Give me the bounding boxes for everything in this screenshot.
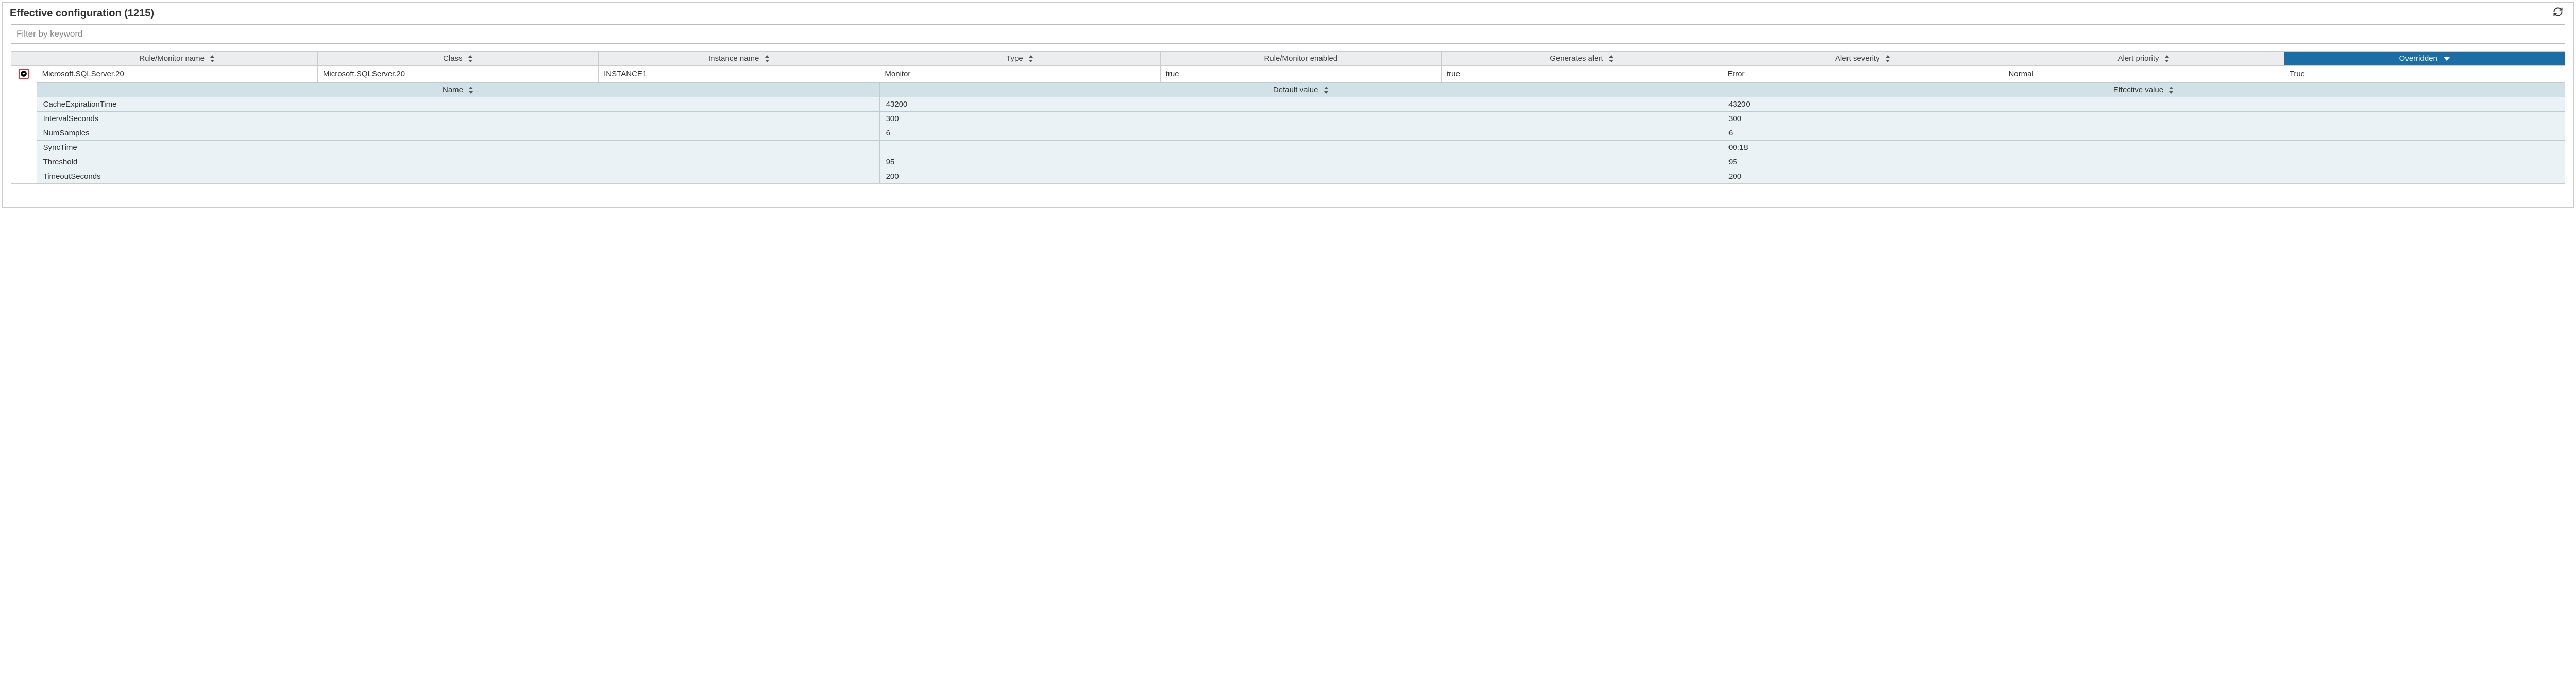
detail-table-row[interactable]: IntervalSeconds 300 300 [37, 112, 2565, 126]
panel-header: Effective configuration (1215) [3, 3, 2573, 24]
detail-cell-effective: 200 [1722, 169, 2565, 184]
cell-rule-monitor-name: Microsoft.SQLServer.20 [37, 66, 317, 82]
row-expander[interactable] [19, 69, 29, 79]
col-alert-severity[interactable]: Alert severity [1722, 52, 2003, 66]
col-generates-alert[interactable]: Generates alert [1441, 52, 1722, 66]
sort-icon [468, 55, 473, 62]
detail-cell-default: 300 [879, 112, 1722, 126]
cell-overridden: True [2284, 66, 2565, 82]
col-label: Rule/Monitor enabled [1264, 54, 1338, 63]
detail-cell-name: Threshold [37, 155, 879, 169]
detail-table-row[interactable]: SyncTime 00:18 [37, 141, 2565, 155]
scroll-area[interactable]: Rule/Monitor name Class Instance name [11, 24, 2565, 202]
col-class[interactable]: Class [317, 52, 598, 66]
main-table: Rule/Monitor name Class Instance name [11, 51, 2565, 184]
expand-cell[interactable] [11, 66, 37, 82]
detail-col-effective-value[interactable]: Effective value [1722, 83, 2565, 97]
sort-icon [2164, 55, 2170, 62]
detail-col-name[interactable]: Name [37, 83, 879, 97]
col-expand-header [11, 52, 37, 66]
detail-table-row[interactable]: CacheExpirationTime 43200 43200 [37, 97, 2565, 112]
col-label: Overridden [2399, 54, 2437, 63]
col-type[interactable]: Type [879, 52, 1160, 66]
col-label: Effective value [2113, 86, 2163, 94]
detail-cell-effective: 6 [1722, 126, 2565, 141]
col-label: Instance name [708, 54, 759, 63]
sort-icon [1885, 55, 1890, 62]
detail-table-row[interactable]: Threshold 95 95 [37, 155, 2565, 169]
detail-table-row[interactable]: NumSamples 6 6 [37, 126, 2565, 141]
cell-instance-name: INSTANCE1 [599, 66, 879, 82]
detail-cell-effective: 00:18 [1722, 141, 2565, 155]
detail-header-row: Name Default value [37, 83, 2565, 97]
sort-icon [2168, 87, 2174, 94]
table-header-row: Rule/Monitor name Class Instance name [11, 52, 2565, 66]
detail-cell-name: NumSamples [37, 126, 879, 141]
detail-row: Name Default value [11, 82, 2565, 184]
detail-table-row[interactable]: TimeoutSeconds 200 200 [37, 169, 2565, 184]
detail-container: Name Default value [37, 82, 2565, 184]
col-label: Name [443, 86, 463, 94]
sort-icon [468, 87, 473, 94]
col-rule-monitor-enabled[interactable]: Rule/Monitor enabled [1160, 52, 1441, 66]
col-label: Class [443, 54, 463, 63]
col-label: Alert severity [1835, 54, 1880, 63]
sort-desc-icon [2444, 57, 2450, 61]
col-label: Generates alert [1550, 54, 1603, 63]
detail-cell-effective: 95 [1722, 155, 2565, 169]
col-label: Type [1006, 54, 1023, 63]
detail-cell-effective: 300 [1722, 112, 2565, 126]
col-instance-name[interactable]: Instance name [599, 52, 879, 66]
refresh-icon [2553, 8, 2563, 20]
sort-icon [1608, 55, 1614, 62]
detail-cell-name: SyncTime [37, 141, 879, 155]
cell-type: Monitor [879, 66, 1160, 82]
col-overridden[interactable]: Overridden [2284, 52, 2565, 66]
panel-title: Effective configuration (1215) [10, 8, 154, 20]
detail-cell-effective: 43200 [1722, 97, 2565, 112]
cell-class: Microsoft.SQLServer.20 [317, 66, 598, 82]
col-label: Alert priority [2118, 54, 2159, 63]
detail-cell-name: TimeoutSeconds [37, 169, 879, 184]
sort-icon [765, 55, 770, 62]
detail-cell-name: CacheExpirationTime [37, 97, 879, 112]
panel-body: Rule/Monitor name Class Instance name [3, 24, 2573, 207]
detail-table: Name Default value [37, 82, 2565, 183]
table-row[interactable]: Microsoft.SQLServer.20 Microsoft.SQLServ… [11, 66, 2565, 82]
detail-cell-default [879, 141, 1722, 155]
filter-input[interactable] [11, 24, 2565, 44]
detail-col-default-value[interactable]: Default value [879, 83, 1722, 97]
sort-icon [210, 55, 215, 62]
sort-icon [1028, 55, 1033, 62]
col-alert-priority[interactable]: Alert priority [2003, 52, 2284, 66]
detail-cell-default: 200 [879, 169, 1722, 184]
refresh-button[interactable] [2550, 6, 2566, 21]
col-label: Default value [1273, 86, 1318, 94]
effective-configuration-panel: Effective configuration (1215) [2, 2, 2574, 208]
sort-icon [1324, 87, 1329, 94]
detail-spacer [11, 82, 37, 184]
col-label: Rule/Monitor name [139, 54, 205, 63]
detail-cell-name: IntervalSeconds [37, 112, 879, 126]
detail-cell-default: 95 [879, 155, 1722, 169]
cell-rule-monitor-enabled: true [1160, 66, 1441, 82]
detail-cell-default: 6 [879, 126, 1722, 141]
cell-alert-priority: Normal [2003, 66, 2284, 82]
cell-generates-alert: true [1441, 66, 1722, 82]
chevron-down-circle-icon [20, 70, 27, 77]
detail-cell-default: 43200 [879, 97, 1722, 112]
col-rule-monitor-name[interactable]: Rule/Monitor name [37, 52, 317, 66]
cell-alert-severity: Error [1722, 66, 2003, 82]
